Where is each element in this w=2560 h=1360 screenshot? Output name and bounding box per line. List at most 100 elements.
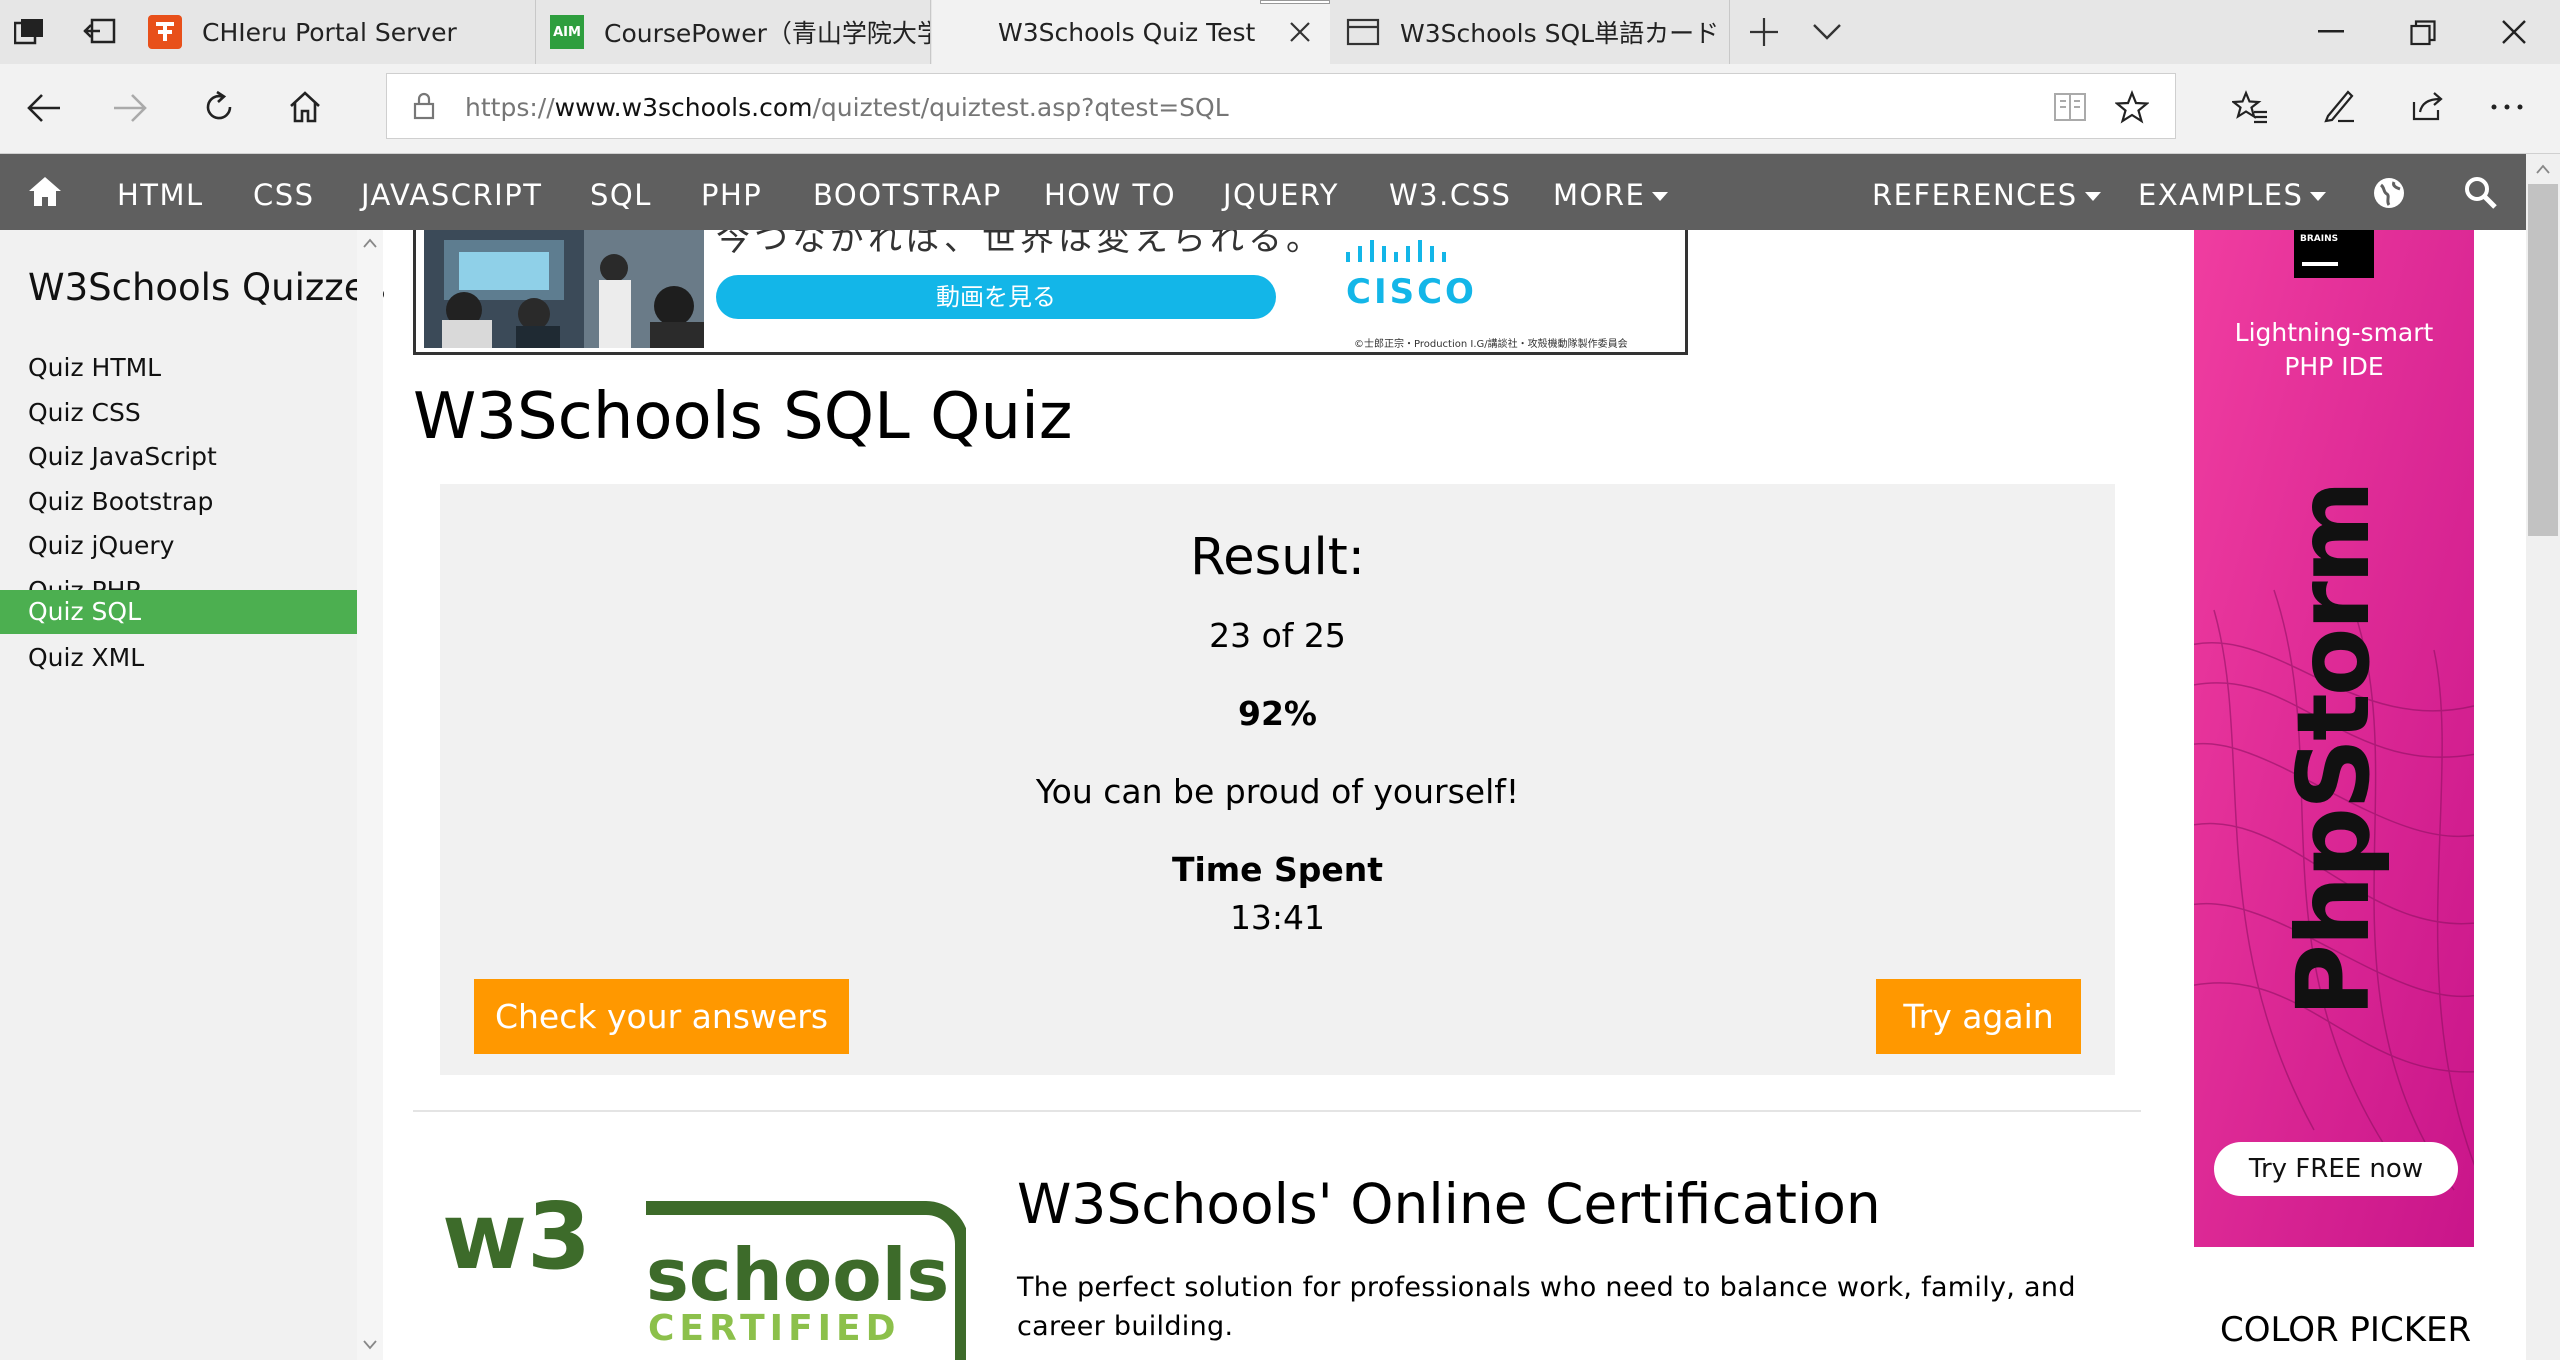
sidebar-item-quiz-html[interactable]: Quiz HTML bbox=[0, 346, 357, 390]
jetbrains-logo-icon: BRAINS bbox=[2294, 230, 2374, 278]
nav-more-label: MORE bbox=[1553, 178, 1646, 212]
nav-more[interactable]: MORE bbox=[1553, 154, 1669, 230]
refresh-icon[interactable] bbox=[202, 90, 236, 124]
cisco-logo-icon bbox=[1336, 238, 1476, 268]
tab-manager-icon[interactable] bbox=[14, 18, 44, 46]
try-free-button[interactable]: Try FREE now bbox=[2214, 1142, 2458, 1196]
tab-title: W3Schools Quiz Test bbox=[998, 17, 1256, 47]
nav-html[interactable]: HTML bbox=[117, 154, 204, 230]
jetbrains-logo-text: BRAINS bbox=[2300, 234, 2339, 244]
logo-certified-text: CERTIFIED bbox=[648, 1308, 901, 1349]
logo-schools-text: schools bbox=[646, 1233, 949, 1317]
page-icon bbox=[1346, 15, 1380, 49]
reading-view-icon[interactable] bbox=[2053, 92, 2087, 122]
sidebar-item-quiz-xml[interactable]: Quiz XML bbox=[0, 636, 357, 680]
search-icon[interactable] bbox=[2464, 176, 2498, 210]
tab-chieru[interactable]: CHIeru Portal Server bbox=[134, 0, 536, 64]
ad-tagline: 今つながれば、世界は変えられる。 bbox=[716, 230, 1324, 259]
globe-icon[interactable] bbox=[2372, 176, 2406, 210]
favorite-star-icon[interactable] bbox=[2115, 90, 2149, 124]
more-menu-icon[interactable] bbox=[2490, 104, 2524, 110]
nav-references-label: REFERENCES bbox=[1872, 178, 2078, 212]
result-percent: 92% bbox=[1238, 694, 1317, 733]
nav-javascript[interactable]: JAVASCRIPT bbox=[361, 154, 542, 230]
try-again-button[interactable]: Try again bbox=[1876, 979, 2081, 1054]
time-spent-value: 13:41 bbox=[1229, 898, 1326, 937]
sidebar-item-quiz-bootstrap[interactable]: Quiz Bootstrap bbox=[0, 480, 357, 524]
set-tabs-aside-icon[interactable] bbox=[82, 18, 116, 46]
nav-w3css[interactable]: W3.CSS bbox=[1389, 154, 1511, 230]
ad-tagline-line-2: PHP IDE bbox=[2284, 352, 2384, 381]
nav-css[interactable]: CSS bbox=[253, 154, 315, 230]
new-tab-icon[interactable] bbox=[1748, 16, 1780, 48]
nav-php[interactable]: PHP bbox=[701, 154, 762, 230]
scroll-down-arrow-icon[interactable] bbox=[363, 1340, 377, 1350]
caret-down-icon bbox=[1652, 192, 1669, 201]
sidebar-item-quiz-sql[interactable]: Quiz SQL bbox=[0, 590, 357, 634]
aim-logo-icon: AIM bbox=[550, 15, 584, 49]
tab-list-chevron-icon[interactable] bbox=[1812, 22, 1842, 42]
ad-tagline-line-1: Lightning-smart bbox=[2234, 318, 2434, 347]
cisco-banner-ad[interactable]: 今つながれば、世界は変えられる。 動画を見る CISCO ©士郎正宗・Produ… bbox=[413, 230, 1688, 355]
ad-brand: CISCO bbox=[1346, 272, 1477, 312]
tab-w3schools-sql-cards[interactable]: W3Schools SQL単語カード | G bbox=[1332, 0, 1730, 64]
logo-bar bbox=[2302, 262, 2338, 266]
restore-icon[interactable] bbox=[2410, 20, 2436, 46]
ad-watch-video-button[interactable]: 動画を見る bbox=[716, 275, 1276, 319]
close-tab-icon[interactable] bbox=[1288, 20, 1312, 44]
site-nav-bar: HTML CSS JAVASCRIPT SQL PHP BOOTSTRAP HO… bbox=[0, 154, 2560, 230]
share-icon[interactable] bbox=[2410, 88, 2446, 122]
check-answers-button[interactable]: Check your answers bbox=[474, 979, 849, 1054]
logo-w3-text: w3 bbox=[442, 1190, 591, 1290]
w3schools-certified-logo: w3 schools CERTIFIED bbox=[436, 1190, 966, 1360]
scroll-up-arrow-icon[interactable] bbox=[363, 238, 377, 248]
address-toolbar: https://www.w3schools.com/quiztest/quizt… bbox=[0, 64, 2560, 154]
scroll-up-arrow-icon[interactable] bbox=[2536, 164, 2550, 174]
time-spent-label: Time Spent bbox=[1171, 850, 1384, 889]
url-text[interactable]: https://www.w3schools.com/quiztest/quizt… bbox=[465, 93, 1229, 122]
phpstorm-ad[interactable]: BRAINS Lightning-smart PHP IDE PhpStorm … bbox=[2194, 230, 2474, 1247]
nav-jquery[interactable]: JQUERY bbox=[1223, 154, 1339, 230]
back-arrow-icon[interactable] bbox=[26, 92, 62, 124]
nav-examples-label: EXAMPLES bbox=[2138, 178, 2304, 212]
sidebar-item-quiz-css[interactable]: Quiz CSS bbox=[0, 391, 357, 435]
home-icon[interactable] bbox=[26, 174, 64, 208]
sidebar-item-quiz-javascript[interactable]: Quiz JavaScript bbox=[0, 435, 357, 479]
tab-preview-indicator bbox=[1260, 0, 1330, 4]
forward-arrow-icon[interactable] bbox=[112, 92, 148, 124]
certification-title: W3Schools' Online Certification bbox=[1017, 1172, 1881, 1236]
close-window-icon[interactable] bbox=[2500, 18, 2528, 46]
address-bar[interactable]: https://www.w3schools.com/quiztest/quizt… bbox=[386, 73, 2176, 139]
nav-examples[interactable]: EXAMPLES bbox=[2138, 154, 2327, 230]
sidebar-scrollbar[interactable] bbox=[357, 230, 383, 1360]
nav-bootstrap[interactable]: BOOTSTRAP bbox=[813, 154, 1002, 230]
section-divider bbox=[413, 1110, 2141, 1112]
caret-down-icon bbox=[2084, 192, 2101, 201]
nav-sql[interactable]: SQL bbox=[590, 154, 652, 230]
favorites-hub-icon[interactable] bbox=[2232, 90, 2268, 124]
lock-icon bbox=[413, 92, 435, 120]
chieru-logo-icon bbox=[148, 15, 182, 49]
tab-title: W3Schools SQL単語カード | G bbox=[1400, 19, 1730, 48]
sidebar-title: W3Schools Quizzes bbox=[28, 266, 386, 309]
page-scrollbar-thumb[interactable] bbox=[2528, 184, 2558, 536]
ad-tagline: Lightning-smart PHP IDE bbox=[2194, 316, 2474, 384]
result-score: 23 of 25 bbox=[1209, 616, 1346, 655]
tab-title: CHIeru Portal Server bbox=[202, 17, 457, 47]
result-message: You can be proud of yourself! bbox=[1035, 772, 1520, 811]
ad-product-name: PhpStorm bbox=[2275, 482, 2392, 1018]
color-picker-heading: COLOR PICKER bbox=[2220, 1310, 2472, 1350]
certification-description: The perfect solution for professionals w… bbox=[1017, 1272, 2076, 1342]
page-title: W3Schools SQL Quiz bbox=[413, 380, 1073, 454]
quiz-sidebar: W3Schools Quizzes Quiz HTML Quiz CSS Qui… bbox=[0, 230, 386, 1360]
home-icon[interactable] bbox=[288, 90, 322, 124]
sidebar-item-quiz-jquery[interactable]: Quiz jQuery bbox=[0, 524, 357, 568]
nav-how-to[interactable]: HOW TO bbox=[1044, 154, 1176, 230]
result-panel: Result: 23 of 25 92% You can be proud of… bbox=[440, 484, 2115, 1075]
tab-coursepower[interactable]: AIM CoursePower（青山学院大学 bbox=[536, 0, 931, 64]
ad-photo bbox=[424, 230, 704, 348]
nav-references[interactable]: REFERENCES bbox=[1872, 154, 2102, 230]
tab-w3schools-quiz[interactable]: W3Schools Quiz Test bbox=[932, 0, 1330, 64]
web-note-pen-icon[interactable] bbox=[2322, 88, 2356, 124]
minimize-icon[interactable] bbox=[2318, 30, 2344, 34]
